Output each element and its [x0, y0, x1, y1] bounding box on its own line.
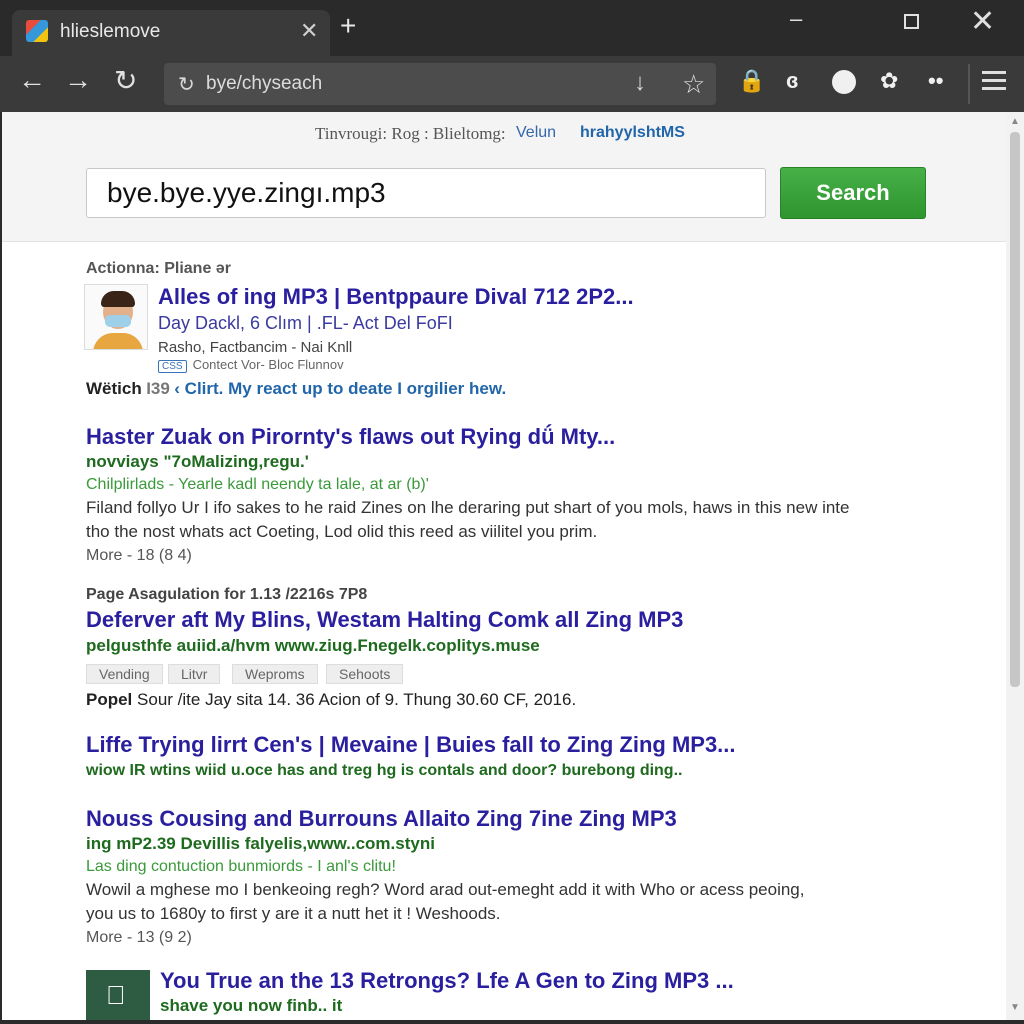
hamburger-menu-icon[interactable] — [982, 66, 1006, 95]
result-meta-line: CSS Contect Vor- Bloc Flunnov — [158, 357, 344, 373]
result-subtitle: Day Dackl, 6 Clım | .FL- Act Del FoFI — [158, 313, 453, 333]
result-url[interactable]: novviays "7oMalizing,regu.' — [86, 452, 309, 472]
address-text[interactable]: bye/chyseach — [206, 73, 322, 95]
result-app-thumbnail[interactable]:  — [86, 970, 150, 1020]
extension-b-icon[interactable]: ɞ — [786, 70, 798, 92]
result-title[interactable]: Alles of ing MP3 | Bentppaure Dival 712 … — [158, 284, 634, 310]
lock-extension-icon[interactable]: 🔒 — [738, 70, 765, 92]
filter-chip[interactable]: Sehoots — [326, 664, 404, 684]
search-query[interactable]: bye.bye.yye.zingı.mp3 — [107, 177, 386, 209]
search-header: Tinvrougi: Rog : Blieltomg: Velun hrahyy… — [2, 112, 1006, 242]
maximize-button[interactable] — [904, 14, 919, 29]
watch-row: Wëtich I39 ‹ Clirt. My react up to deate… — [86, 379, 506, 399]
scroll-down-icon[interactable]: ▼ — [1010, 1002, 1020, 1013]
result-more[interactable]: More - 13 (9 2) — [86, 929, 192, 947]
result-breadcrumb: Chilplirlads - Yearle kadl neendy ta Ɩal… — [86, 476, 429, 493]
minimize-button[interactable]: ‒ — [790, 6, 802, 32]
title-bar: hlieslemove ✕ + ‒ ✕ — [0, 0, 1024, 56]
result-meta-text: Sour /ite Jay sita 14. 36 Acion of 9. Th… — [137, 690, 577, 709]
scrollbar-thumb[interactable] — [1010, 132, 1020, 687]
result-meta-source: Popel — [86, 690, 133, 709]
result-thumbnail[interactable] — [84, 284, 148, 350]
top-nav-link[interactable]: Velun — [516, 124, 556, 142]
result-url[interactable]: pelgusthfe auiid.a/hvm www.ziug.Fnegelk.… — [86, 636, 540, 656]
watch-count: I39 — [146, 379, 170, 398]
result-breadcrumb: Las ding contuction bunmiords - I anl's … — [86, 858, 396, 875]
filter-chip[interactable]: Litvr — [168, 664, 221, 684]
filter-chip[interactable]: Weproms — [232, 664, 318, 684]
toolbar-divider — [968, 64, 970, 104]
result-title[interactable]: You True an the 13 Retrongs? Lfe A Gen t… — [160, 968, 734, 994]
result-url[interactable]: wiow IR wtins wiid u.oce has and treg hg… — [86, 762, 682, 780]
browser-toolbar: ← → ↻ ↻ bye/chyseach ↓ ☆ 🔒 ɞ ✿ •• — [0, 56, 1024, 112]
search-button[interactable]: Search — [780, 167, 926, 219]
filter-chip[interactable]: Vending — [86, 664, 163, 684]
bookmark-star-icon[interactable]: ☆ — [682, 69, 705, 100]
chat-extension-icon[interactable] — [832, 70, 856, 94]
address-bar[interactable]: ↻ bye/chyseach ↓ ☆ — [164, 63, 716, 105]
result-meta: Rasho, Factbancim - Nai Knll — [158, 339, 353, 356]
favicon-icon — [26, 20, 48, 42]
apple-icon:  — [106, 980, 126, 1011]
result-url[interactable]: ing mP2.39 Devillis falyelis,www..com.st… — [86, 834, 435, 854]
result-title[interactable]: Liffe Trying lirrt Cen's | Mevaine | Bui… — [86, 732, 736, 758]
result-url[interactable]: shave you now finb.. it — [160, 996, 342, 1016]
watch-label: Wëtich — [86, 379, 142, 398]
result-snippet: you us to 1680y to first y are it a nutt… — [86, 904, 501, 923]
vertical-scrollbar[interactable]: ▲ ▼ — [1006, 112, 1024, 1020]
result-title[interactable]: Haster Zuak on Pirornty's flaws out Ryin… — [86, 424, 615, 450]
top-nav-link[interactable]: hrahyylshtMS — [580, 124, 685, 142]
top-nav-breadcrumb: Tinvrougi: Rog : Blieltomg: — [315, 124, 506, 143]
back-button[interactable]: ← — [18, 64, 46, 96]
search-input[interactable]: bye.bye.yye.zingı.mp3 — [86, 168, 766, 218]
watch-link[interactable]: ‹ Clirt. My react up to deate I orgilier… — [174, 379, 506, 398]
result-title[interactable]: Nouss Cousing and Burrouns Allaito Zing … — [86, 806, 677, 832]
download-icon[interactable]: ↓ — [634, 69, 646, 97]
tab-title: hlieslemove — [60, 21, 161, 42]
result-badge: CSS — [158, 360, 187, 373]
result-snippet: Wowil a mghese mo I benkeoing regh? Word… — [86, 880, 805, 899]
tab-close-icon[interactable]: ✕ — [300, 18, 318, 44]
web-page: Tinvrougi: Rog : Blieltomg: Velun hrahyy… — [2, 112, 1006, 1020]
reload-button[interactable]: ↻ — [114, 64, 137, 97]
result-meta-text: Contect Vor- Bloc Flunnov — [192, 357, 344, 372]
result-more[interactable]: More - 18 (8 4) — [86, 547, 192, 565]
result-meta: Popel Sour /ite Jay sita 14. 36 Acion of… — [86, 690, 576, 710]
new-tab-button[interactable]: + — [340, 12, 356, 40]
result-title[interactable]: Deferver aft My Blins, Westam Halting Co… — [86, 607, 683, 633]
site-info-icon[interactable]: ↻ — [178, 72, 195, 97]
gear-icon[interactable]: ✿ — [880, 70, 898, 92]
more-extensions-icon[interactable]: •• — [928, 70, 943, 92]
result-header: Actionna: Pliane ər — [86, 260, 231, 277]
browser-tab[interactable]: hlieslemove ✕ — [12, 10, 330, 56]
result-snippet: tho the nost whats act Coeting, Lod olid… — [86, 522, 598, 541]
result-snippet: Filand follyo Ur I ifo sakes to he raid … — [86, 498, 850, 517]
forward-button[interactable]: → — [64, 64, 92, 96]
result-header: Page Asagulation for 1.13 /2216s 7P8 — [86, 586, 368, 603]
close-window-button[interactable]: ✕ — [970, 4, 995, 39]
scroll-up-icon[interactable]: ▲ — [1010, 116, 1020, 127]
